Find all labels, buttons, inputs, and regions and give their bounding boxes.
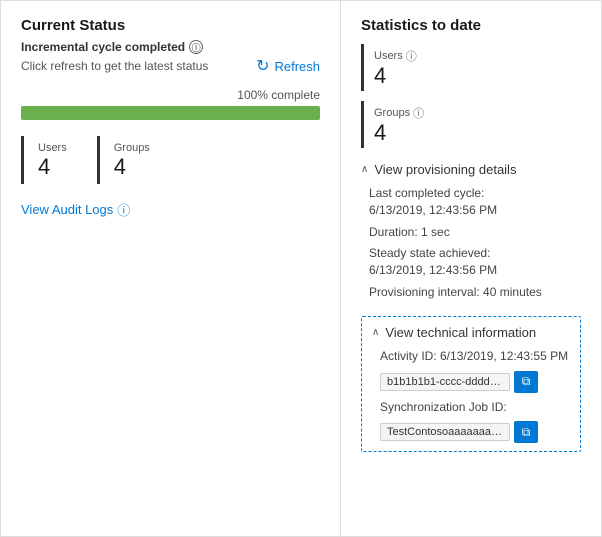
- activity-id-copy-field: b1b1b1b1-cccc-dddd-e... ⧉: [380, 371, 570, 393]
- audit-info-icon[interactable]: ⓘ: [117, 200, 130, 219]
- view-audit-logs-link[interactable]: View Audit Logs ⓘ: [21, 200, 320, 219]
- right-groups-info-icon[interactable]: ⓘ: [413, 105, 424, 121]
- left-stats-row: Users 4 Groups 4: [21, 136, 320, 184]
- left-stat-users-value: 4: [38, 156, 67, 178]
- technical-accordion-header[interactable]: ∧ View technical information: [372, 325, 570, 340]
- audit-link-text: View Audit Logs: [21, 202, 113, 217]
- left-stat-users: Users 4: [21, 136, 81, 184]
- left-stat-users-label: Users: [38, 142, 67, 154]
- provisioning-chevron-icon: ∧: [361, 164, 368, 175]
- sync-job-copy-field: TestContosoaaaaaaaaa.a... ⧉: [380, 421, 570, 443]
- provisioning-accordion: ∧ View provisioning details Last complet…: [361, 162, 581, 306]
- copy-icon-2: ⧉: [522, 425, 531, 440]
- provisioning-accordion-body: Last completed cycle: 6/13/2019, 12:43:5…: [361, 185, 581, 301]
- right-stats-row: Users ⓘ 4 Groups ⓘ 4: [361, 44, 581, 148]
- right-stat-users-label: Users ⓘ: [374, 48, 571, 64]
- technical-chevron-icon: ∧: [372, 327, 379, 338]
- progress-bar-background: [21, 106, 320, 120]
- refresh-row: Click refresh to get the latest status ↻…: [21, 56, 320, 76]
- provisioning-accordion-header[interactable]: ∧ View provisioning details: [361, 162, 581, 177]
- sync-job-input: TestContosoaaaaaaaaa.a...: [380, 423, 510, 441]
- sync-job-label-row: Synchronization Job ID:: [380, 399, 570, 416]
- progress-bar-fill: [21, 106, 320, 120]
- activity-id-input: b1b1b1b1-cccc-dddd-e...: [380, 373, 510, 391]
- cycle-subtitle: Incremental cycle completed ⓘ: [21, 40, 320, 54]
- last-cycle-row: Last completed cycle: 6/13/2019, 12:43:5…: [369, 185, 581, 219]
- left-stat-groups-value: 4: [114, 156, 150, 178]
- right-panel: Statistics to date Users ⓘ 4 Groups ⓘ 4 …: [341, 1, 601, 536]
- refresh-icon: ↻: [256, 56, 269, 76]
- interval-row: Provisioning interval: 40 minutes: [369, 284, 581, 301]
- activity-id-label-row: Activity ID: 6/13/2019, 12:43:55 PM: [380, 348, 570, 365]
- subtitle-info-icon[interactable]: ⓘ: [189, 40, 203, 54]
- technical-accordion-body: Activity ID: 6/13/2019, 12:43:55 PM b1b1…: [372, 348, 570, 444]
- left-stat-groups: Groups 4: [97, 136, 164, 184]
- technical-accordion-label: View technical information: [385, 325, 536, 340]
- duration-row: Duration: 1 sec: [369, 224, 581, 241]
- progress-label: 100% complete: [21, 88, 320, 102]
- right-stat-groups: Groups ⓘ 4: [361, 101, 581, 148]
- refresh-button[interactable]: ↻ Refresh: [256, 56, 320, 76]
- left-stat-groups-label: Groups: [114, 142, 150, 154]
- right-users-info-icon[interactable]: ⓘ: [406, 48, 417, 64]
- right-stat-groups-value: 4: [374, 122, 571, 144]
- left-section-title: Current Status: [21, 17, 320, 34]
- provisioning-accordion-label: View provisioning details: [374, 162, 516, 177]
- activity-id-copy-button[interactable]: ⧉: [514, 371, 538, 393]
- right-section-title: Statistics to date: [361, 17, 581, 34]
- left-panel: Current Status Incremental cycle complet…: [1, 1, 341, 536]
- refresh-label: Refresh: [274, 59, 320, 74]
- copy-icon-1: ⧉: [522, 374, 531, 389]
- right-stat-users-value: 4: [374, 65, 571, 87]
- right-stat-users: Users ⓘ 4: [361, 44, 581, 91]
- steady-state-row: Steady state achieved: 6/13/2019, 12:43:…: [369, 245, 581, 279]
- right-stat-groups-label: Groups ⓘ: [374, 105, 571, 121]
- technical-accordion: ∧ View technical information Activity ID…: [361, 316, 581, 453]
- click-refresh-text: Click refresh to get the latest status: [21, 59, 208, 73]
- sync-job-copy-button[interactable]: ⧉: [514, 421, 538, 443]
